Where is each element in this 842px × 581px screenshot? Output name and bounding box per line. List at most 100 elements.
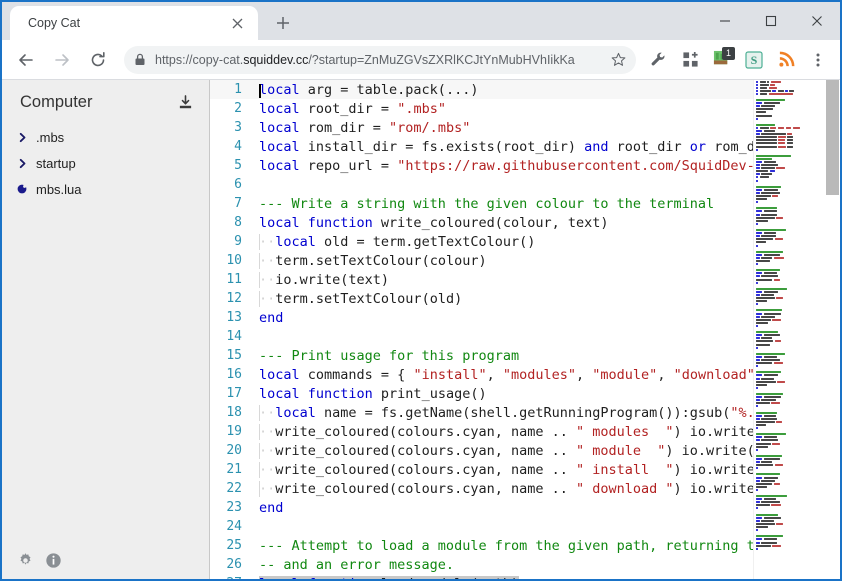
code-lines[interactable]: 1 local arg = table.pack(...) 2 local root_…: [210, 80, 753, 580]
tree-item-startup[interactable]: startup: [2, 150, 209, 176]
back-button[interactable]: [11, 45, 41, 75]
code-tokens: local rom_dir = "rom/.mbs": [259, 120, 470, 136]
line-text[interactable]: ··write_coloured(colours.cyan, name .. "…: [250, 442, 753, 459]
browser-menu-icon[interactable]: [804, 46, 832, 74]
minimap-token: [756, 377, 760, 380]
forward-button[interactable]: [47, 45, 77, 75]
code-line[interactable]: 10 ··term.setTextColour(colour): [210, 251, 753, 270]
token-kw: local: [259, 119, 300, 136]
minimap-token: [763, 160, 776, 163]
code-line[interactable]: 15 --- Print usage for this program: [210, 346, 753, 365]
maximize-button[interactable]: [748, 2, 794, 40]
vertical-scrollbar[interactable]: [825, 80, 840, 579]
line-text[interactable]: local function print_usage(): [250, 386, 753, 402]
line-text[interactable]: ··write_coloured(colours.cyan, name .. "…: [250, 423, 753, 440]
code-tokens: write_coloured(colours.cyan, name .. " m…: [275, 443, 753, 459]
line-text[interactable]: ··term.setTextColour(old): [250, 290, 753, 307]
info-icon[interactable]: [44, 551, 62, 569]
code-line[interactable]: 21 ··write_coloured(colours.cyan, name ..…: [210, 460, 753, 479]
code-line[interactable]: 6: [210, 175, 753, 194]
minimap-token: [756, 420, 775, 423]
line-text[interactable]: --- Attempt to load a module from the gi…: [250, 538, 753, 554]
line-text[interactable]: local commands = { "install", "modules",…: [250, 367, 753, 383]
code-line[interactable]: 4 local install_dir = fs.exists(root_dir)…: [210, 137, 753, 156]
token-kw: local: [275, 404, 316, 421]
code-line[interactable]: 17 local function print_usage(): [210, 384, 753, 403]
code-line[interactable]: 9 ··local old = term.getTextColour(): [210, 232, 753, 251]
code-line[interactable]: 19 ··write_coloured(colours.cyan, name ..…: [210, 422, 753, 441]
scrollbar-thumb[interactable]: [826, 80, 839, 195]
code-line[interactable]: 14: [210, 327, 753, 346]
line-text[interactable]: ··write_coloured(colours.cyan, name .. "…: [250, 461, 753, 478]
code-line[interactable]: 27 local function load_module(path): [210, 574, 753, 580]
line-text[interactable]: end: [250, 500, 753, 516]
minimap-token: [756, 157, 773, 160]
bookmark-star-icon[interactable]: [606, 48, 630, 72]
minimize-button[interactable]: [702, 2, 748, 40]
minimap-token: [775, 297, 784, 300]
line-number: 12: [226, 291, 242, 306]
token-plain: load_module(path): [373, 576, 519, 580]
code-line[interactable]: 13 end: [210, 308, 753, 327]
code-tokens: local install_dir = fs.exists(root_dir) …: [259, 139, 753, 155]
tree-item-mbs-lua[interactable]: mbs.lua: [2, 176, 209, 202]
code-line[interactable]: 8 local function write_coloured(colour, t…: [210, 213, 753, 232]
code-line[interactable]: 12 ··term.setTextColour(old): [210, 289, 753, 308]
chevron-right-icon[interactable]: [12, 128, 32, 146]
minimap-token: [763, 102, 780, 105]
code-editor[interactable]: 1 local arg = table.pack(...) 2 local root_…: [210, 80, 840, 580]
line-text[interactable]: --- Print usage for this program: [250, 348, 753, 364]
line-text[interactable]: --- Write a string with the given colour…: [250, 196, 753, 212]
token-str: " download ": [576, 480, 674, 497]
line-text[interactable]: local function write_coloured(colour, te…: [250, 215, 753, 231]
line-text[interactable]: local arg = table.pack(...): [250, 82, 753, 98]
line-text[interactable]: local root_dir = ".mbs": [250, 101, 753, 117]
line-text[interactable]: local function load_module(path): [250, 575, 753, 580]
address-bar[interactable]: https://copy-cat.squiddev.cc/?startup=Zn…: [124, 45, 636, 74]
minimap-token: [756, 229, 786, 232]
code-line[interactable]: 24: [210, 517, 753, 536]
line-text[interactable]: end: [250, 310, 753, 326]
line-text[interactable]: ··local old = term.getTextColour(): [250, 233, 753, 250]
code-line[interactable]: 11 ··io.write(text): [210, 270, 753, 289]
tree-item--mbs[interactable]: .mbs: [2, 124, 209, 150]
line-text[interactable]: -- and an error message.: [250, 557, 753, 573]
code-line[interactable]: 22 ··write_coloured(colours.cyan, name ..…: [210, 479, 753, 498]
code-line[interactable]: 20 ··write_coloured(colours.cyan, name ..…: [210, 441, 753, 460]
minimap-token: [756, 454, 783, 457]
settings-gear-icon[interactable]: [16, 551, 34, 569]
code-line[interactable]: 23 end: [210, 498, 753, 517]
download-icon[interactable]: [175, 92, 195, 112]
line-text[interactable]: ··write_coloured(colours.cyan, name .. "…: [250, 480, 753, 497]
code-line[interactable]: 5 local repo_url = "https://raw.githubuse…: [210, 156, 753, 175]
minimap-token: [756, 250, 784, 253]
browser-tab[interactable]: Copy Cat: [10, 6, 258, 40]
code-tokens: --- Write a string with the given colour…: [259, 196, 714, 212]
code-line[interactable]: 26 -- and an error message.: [210, 555, 753, 574]
code-line[interactable]: 16 local commands = { "install", "modules…: [210, 365, 753, 384]
code-line[interactable]: 18 ··local name = fs.getName(shell.getRun…: [210, 403, 753, 422]
line-text[interactable]: ··local name = fs.getName(shell.getRunni…: [250, 404, 753, 421]
close-button[interactable]: [794, 2, 840, 40]
url-suffix: /?startup=ZnMuZGVsZXRlKCJtYnMubHVhIikKa: [308, 52, 575, 67]
wrench-icon[interactable]: [644, 46, 672, 74]
s-extension-icon[interactable]: S: [740, 46, 768, 74]
code-line[interactable]: 3 local rom_dir = "rom/.mbs": [210, 118, 753, 137]
chevron-right-icon[interactable]: [12, 154, 32, 172]
code-line[interactable]: 25 --- Attempt to load a module from the …: [210, 536, 753, 555]
rss-feed-icon[interactable]: [772, 46, 800, 74]
line-text[interactable]: ··io.write(text): [250, 271, 753, 288]
tab-close-icon[interactable]: [226, 12, 248, 34]
line-text[interactable]: local repo_url = "https://raw.githubuser…: [250, 158, 753, 174]
line-text[interactable]: ··term.setTextColour(colour): [250, 252, 753, 269]
line-text[interactable]: local install_dir = fs.exists(root_dir) …: [250, 139, 753, 155]
code-line[interactable]: 7 --- Write a string with the given colou…: [210, 194, 753, 213]
code-minimap[interactable]: [753, 80, 825, 579]
code-line[interactable]: 2 local root_dir = ".mbs": [210, 99, 753, 118]
code-line[interactable]: 1 local arg = table.pack(...): [210, 80, 753, 99]
line-text[interactable]: local rom_dir = "rom/.mbs": [250, 120, 753, 136]
reload-button[interactable]: [83, 45, 113, 75]
puzzle-grid-icon[interactable]: [676, 46, 704, 74]
green-extension-icon[interactable]: 1: [708, 46, 736, 74]
new-tab-button[interactable]: [268, 8, 298, 38]
